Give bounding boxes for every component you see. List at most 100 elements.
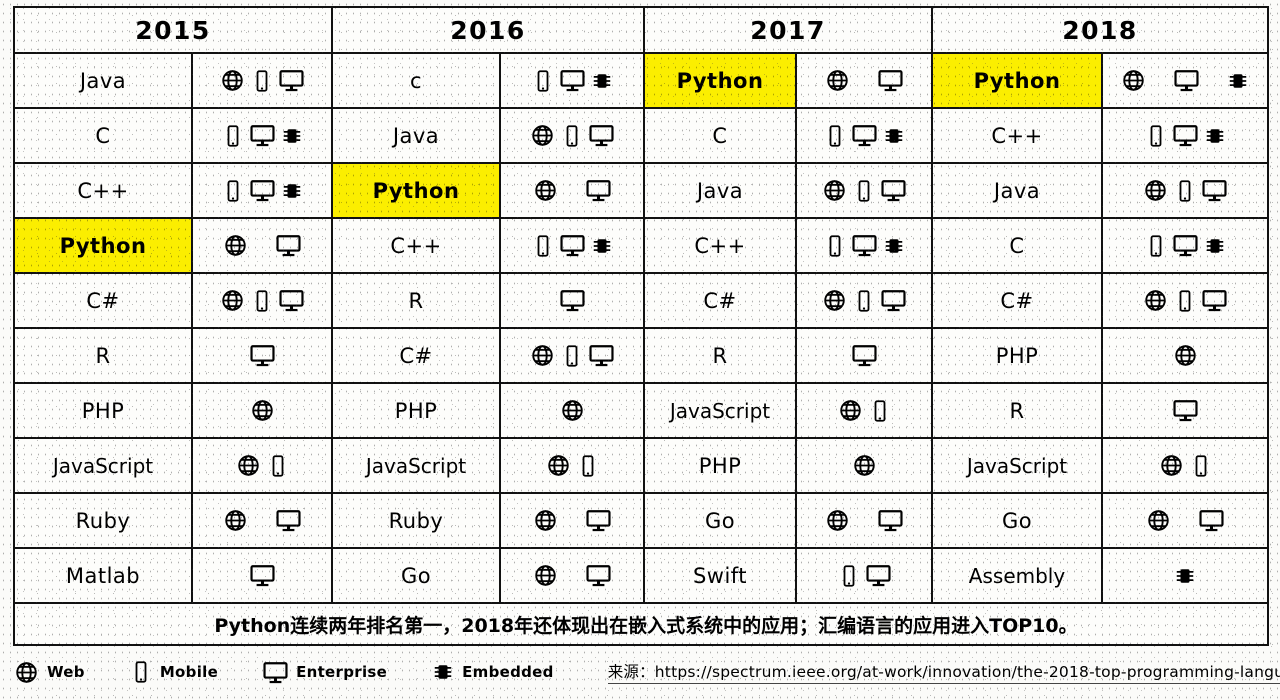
language-cell[interactable]: JavaScript [331, 437, 501, 494]
icon-cell [191, 492, 333, 549]
mobile-icon [852, 289, 876, 313]
language-cell[interactable]: Ruby [13, 492, 193, 549]
globe-icon [821, 287, 848, 314]
source-link[interactable]: 来源：https://spectrum.ieee.org/at-work/inn… [607, 660, 1280, 684]
language-cell[interactable]: C [931, 217, 1103, 274]
language-cell[interactable]: C# [331, 327, 501, 384]
table-row: PHP PHP JavaScript R [13, 382, 1269, 439]
globe-icon [559, 397, 586, 424]
year-header-2018: 2018 [931, 6, 1269, 54]
icon-cell [1101, 492, 1269, 549]
legend-item-enterprise: Enterprise [262, 659, 387, 686]
language-cell[interactable]: C# [931, 272, 1103, 329]
language-cell[interactable]: Swift [643, 547, 797, 604]
globe-icon [1158, 452, 1185, 479]
globe-icon [1142, 287, 1169, 314]
monitor-icon [1172, 122, 1199, 149]
language-cell[interactable]: JavaScript [931, 437, 1103, 494]
globe-icon [219, 67, 246, 94]
language-cell[interactable]: Python [331, 162, 501, 219]
monitor-icon [877, 67, 904, 94]
globe-icon [222, 507, 249, 534]
language-cell[interactable]: PHP [643, 437, 797, 494]
language-cell[interactable]: Python [13, 217, 193, 274]
icon-cell [795, 52, 933, 109]
legend-label: Embedded [462, 663, 554, 681]
language-cell[interactable]: PHP [13, 382, 193, 439]
language-cell[interactable]: R [13, 327, 193, 384]
language-cell[interactable]: Python [643, 52, 797, 109]
monitor-icon [851, 342, 878, 369]
chip-icon [1203, 234, 1227, 258]
mobile-icon [823, 234, 847, 258]
language-cell[interactable]: Ruby [331, 492, 501, 549]
mobile-icon [823, 124, 847, 148]
language-cell[interactable]: Java [13, 52, 193, 109]
icon-cell [499, 162, 645, 219]
monitor-icon [851, 122, 878, 149]
icon-cell [499, 492, 645, 549]
language-cell[interactable]: Assembly [931, 547, 1103, 604]
language-cell[interactable]: Java [643, 162, 797, 219]
language-cell[interactable]: C [643, 107, 797, 164]
language-cell[interactable]: C++ [13, 162, 193, 219]
table-row: Python C++ C++ C [13, 217, 1269, 274]
language-cell[interactable]: Go [643, 492, 797, 549]
globe-icon [821, 177, 848, 204]
icon-cell [1101, 382, 1269, 439]
language-cell[interactable]: Go [331, 547, 501, 604]
monitor-icon [559, 67, 586, 94]
monitor-icon [278, 287, 305, 314]
language-cell[interactable]: C++ [931, 107, 1103, 164]
mobile-icon [531, 234, 555, 258]
table-row: C++ Python Java Java [13, 162, 1269, 219]
mobile-icon [1173, 289, 1197, 313]
language-cell[interactable]: C# [643, 272, 797, 329]
globe-icon [824, 67, 851, 94]
globe-icon [532, 177, 559, 204]
language-cell[interactable]: JavaScript [13, 437, 193, 494]
language-cell[interactable]: R [931, 382, 1103, 439]
language-cell[interactable]: Java [931, 162, 1103, 219]
icon-cell [795, 272, 933, 329]
language-cell[interactable]: Python [931, 52, 1103, 109]
chip-icon [1173, 564, 1197, 588]
language-cell[interactable]: c [331, 52, 501, 109]
table-row: C# R C# C# [13, 272, 1269, 329]
language-cell[interactable]: R [331, 272, 501, 329]
language-cell[interactable]: R [643, 327, 797, 384]
icon-cell [1101, 107, 1269, 164]
icon-cell [499, 272, 645, 329]
language-cell[interactable]: Go [931, 492, 1103, 549]
mobile-icon [852, 179, 876, 203]
icon-cell [191, 437, 333, 494]
chip-icon [590, 234, 614, 258]
language-cell[interactable]: C++ [331, 217, 501, 274]
language-cell[interactable]: Matlab [13, 547, 193, 604]
globe-icon [851, 452, 878, 479]
language-cell[interactable]: Java [331, 107, 501, 164]
language-cell[interactable]: PHP [931, 327, 1103, 384]
chip-icon [280, 179, 304, 203]
table-row: R C# R PHP [13, 327, 1269, 384]
globe-icon [837, 397, 864, 424]
summary-note: Python连续两年排名第一，2018年还体现出在嵌入式系统中的应用；汇编语言的… [214, 614, 1078, 637]
language-cell[interactable]: C# [13, 272, 193, 329]
table-row: JavaScript JavaScript PHP JavaScript [13, 437, 1269, 494]
language-cell[interactable]: C++ [643, 217, 797, 274]
monitor-icon [880, 177, 907, 204]
mobile-icon [250, 289, 274, 313]
icon-cell [1101, 547, 1269, 604]
monitor-icon [559, 287, 586, 314]
language-cell[interactable]: C [13, 107, 193, 164]
icon-cell [499, 382, 645, 439]
monitor-icon [1198, 507, 1225, 534]
globe-icon [532, 507, 559, 534]
legend-item-mobile: Mobile [129, 660, 218, 684]
icon-cell [499, 327, 645, 384]
monitor-icon [1201, 287, 1228, 314]
icon-cell [795, 492, 933, 549]
chip-icon [882, 234, 906, 258]
language-cell[interactable]: JavaScript [643, 382, 797, 439]
language-cell[interactable]: PHP [331, 382, 501, 439]
